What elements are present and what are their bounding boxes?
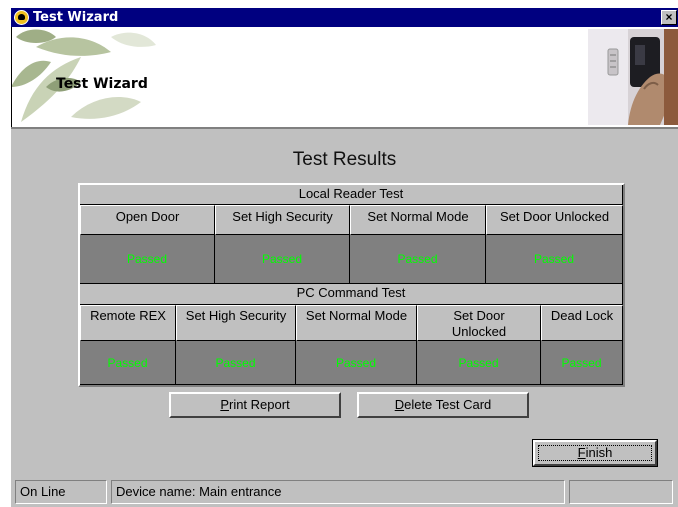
result-dead-lock: Passed — [541, 341, 623, 385]
status-bar: On Line Device name: Main entrance — [11, 480, 678, 507]
header-title: Test Wizard — [56, 76, 148, 92]
delete-test-card-label: elete Test Card — [404, 397, 492, 412]
delete-test-card-accel: D — [394, 397, 405, 412]
status-extra — [569, 480, 673, 504]
print-report-accel: P — [220, 397, 229, 412]
col-set-high-security: Set High Security — [215, 205, 350, 235]
window-title: Test Wizard — [33, 10, 119, 25]
col-set-normal-mode: Set Normal Mode — [350, 205, 486, 235]
result-pc-set-normal-mode: Passed — [296, 341, 417, 385]
finish-button[interactable]: Finish — [532, 439, 658, 467]
result-open-door: Passed — [80, 235, 215, 284]
title-bar[interactable]: Test Wizard × — [11, 8, 678, 27]
focus-rect — [538, 445, 652, 461]
app-icon — [14, 10, 29, 25]
local-reader-test-header: Local Reader Test — [80, 185, 623, 205]
col-pc-set-normal-mode: Set Normal Mode — [296, 305, 417, 341]
result-set-door-unlocked: Passed — [486, 235, 623, 284]
result-set-normal-mode: Passed — [350, 235, 486, 284]
print-report-button[interactable]: Print Report — [169, 392, 341, 418]
result-pc-set-door-unlocked: Passed — [417, 341, 541, 385]
col-dead-lock: Dead Lock — [541, 305, 623, 341]
door-reader-photo-image — [588, 29, 678, 125]
result-pc-set-high-security: Passed — [176, 341, 296, 385]
status-device-name: Device name: Main entrance — [111, 480, 565, 504]
col-set-door-unlocked: Set Door Unlocked — [486, 205, 623, 235]
delete-test-card-button[interactable]: Delete Test Card — [357, 392, 529, 418]
test-wizard-window: Test Wizard × Test Wizard Test Results L… — [11, 8, 678, 507]
results-title: Test Results — [292, 149, 397, 170]
col-open-door: Open Door — [80, 205, 215, 235]
result-remote-rex: Passed — [80, 341, 176, 385]
pc-command-test-header: PC Command Test — [80, 284, 623, 305]
col-pc-set-door-unlocked: Set Door Unlocked — [417, 305, 541, 341]
status-connection: On Line — [15, 480, 107, 504]
wizard-header: Test Wizard — [11, 27, 678, 129]
result-set-high-security: Passed — [215, 235, 350, 284]
close-icon[interactable]: × — [661, 10, 677, 25]
col-remote-rex: Remote REX — [80, 305, 176, 341]
col-pc-set-high-security: Set High Security — [176, 305, 296, 341]
print-report-label: rint Report — [228, 397, 290, 412]
test-results-grid: Local Reader Test Open Door Set High Sec… — [78, 183, 625, 387]
